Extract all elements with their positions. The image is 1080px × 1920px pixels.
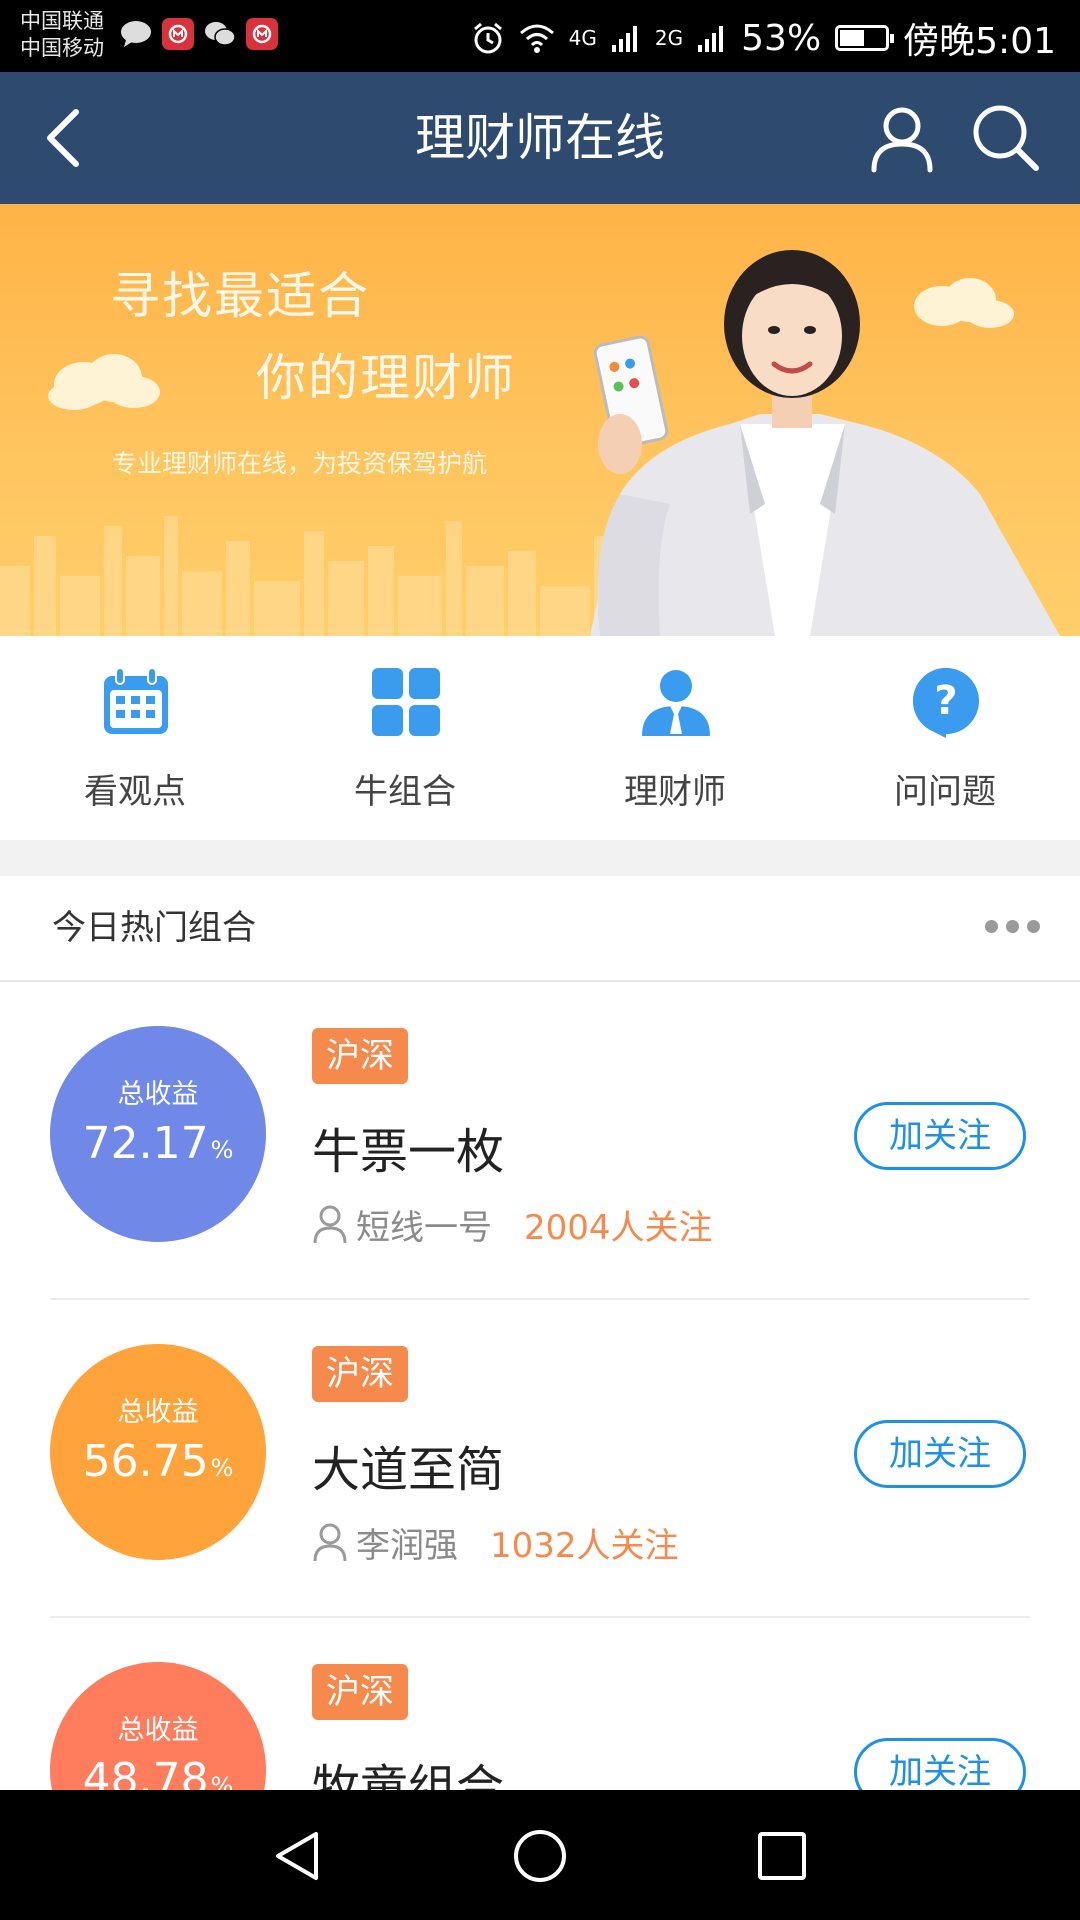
return-circle: 总收益 72.17% (50, 1026, 266, 1242)
status-right: 4G 2G 53% 傍晚5:01 (471, 12, 1056, 64)
banner-subtitle: 专业理财师在线，为投资保驾护航 (112, 449, 488, 478)
section-title: 今日热门组合 (52, 908, 256, 948)
follow-button[interactable]: 加关注 (854, 1738, 1026, 1790)
portfolio-name: 大道至简 (312, 1442, 505, 1498)
system-navigation-bar (0, 1790, 1080, 1920)
follower-count: 1032人关注 (490, 1525, 679, 1566)
hot-portfolios-header: 今日热门组合 (0, 876, 1080, 982)
advisor-icon (642, 670, 710, 736)
wechat-notification-icon (204, 18, 236, 50)
market-tag: 沪深 (312, 1346, 408, 1402)
portfolio-card[interactable]: 总收益 48.78% 沪深 牧童组合 加关注 (0, 1618, 1080, 1790)
question-icon: ? (913, 668, 979, 738)
quick-menu-item-questions[interactable]: ? 问问题 (810, 636, 1080, 840)
portfolio-meta: 李润强 1032人关注 (312, 1518, 679, 1566)
return-unit: % (210, 1136, 234, 1164)
carrier-info: 中国联通 中国移动 (20, 8, 104, 62)
alarm-icon (473, 22, 502, 54)
quick-menu: 看观点 牛组合 理财师 ? 问问题 (0, 636, 1080, 840)
author-name: 李润强 (356, 1525, 458, 1566)
return-circle: 总收益 48.78% (50, 1662, 266, 1790)
advisor-photo-illustration (590, 250, 1060, 636)
bank-app-icon (162, 18, 194, 50)
signal-icon-1 (611, 26, 637, 52)
market-tag: 沪深 (312, 1664, 408, 1720)
author-name: 短线一号 (356, 1207, 492, 1248)
portfolio-meta: 短线一号 2004人关注 (312, 1200, 713, 1248)
return-label: 总收益 (117, 1715, 199, 1746)
portfolio-list: 总收益 72.17% 沪深 牛票一枚 短线一号 2004人关注 加关注 总收益 … (0, 982, 1080, 1790)
more-icon[interactable] (985, 920, 1040, 933)
return-value: 72.17 (82, 1118, 209, 1169)
follow-button[interactable]: 加关注 (854, 1420, 1026, 1488)
return-value: 48.78 (82, 1754, 209, 1790)
return-label: 总收益 (117, 1397, 199, 1428)
back-triangle-icon[interactable] (270, 1828, 326, 1884)
portfolio-card[interactable]: 总收益 56.75% 沪深 大道至简 李润强 1032人关注 加关注 (0, 1300, 1080, 1618)
message-notification-icon (120, 18, 152, 50)
portfolio-name: 牧童组合 (312, 1760, 505, 1790)
return-value-wrap: 56.75% (50, 1436, 266, 1487)
network-type-1: 4G (568, 26, 597, 50)
quick-menu-label: 理财师 (624, 772, 726, 812)
return-unit: % (210, 1772, 234, 1790)
quick-menu-label: 问问题 (894, 772, 996, 812)
return-label: 总收益 (117, 1079, 199, 1110)
calendar-icon (104, 667, 168, 734)
back-arrow-icon[interactable] (36, 104, 100, 172)
promo-banner[interactable]: 寻找最适合 你的理财师 专业理财师在线，为投资保驾护航 (0, 204, 1080, 636)
return-circle: 总收益 56.75% (50, 1344, 266, 1560)
person-icon (313, 1523, 347, 1562)
user-profile-icon[interactable] (868, 102, 936, 174)
portfolio-card[interactable]: 总收益 72.17% 沪深 牛票一枚 短线一号 2004人关注 加关注 (0, 982, 1080, 1300)
quick-menu-item-portfolios[interactable]: 牛组合 (270, 636, 540, 840)
carrier-1: 中国联通 (20, 9, 104, 33)
quick-menu-label: 牛组合 (354, 772, 456, 812)
network-type-2: 2G (654, 26, 684, 50)
portfolio-name: 牛票一枚 (312, 1124, 505, 1180)
carrier-2: 中国移动 (20, 36, 104, 60)
banner-headline-2: 你的理财师 (256, 349, 516, 407)
market-tag: 沪深 (312, 1028, 408, 1084)
notification-icons (120, 18, 278, 50)
top-nav-bar: 理财师在线 (0, 72, 1080, 204)
clock: 傍晚5:01 (903, 21, 1056, 62)
status-bar: 中国联通 中国移动 4G 2G 53% 傍晚5:01 (0, 0, 1080, 72)
battery-percent: 53% (741, 17, 822, 59)
recent-apps-square-icon[interactable] (754, 1828, 810, 1884)
return-value-wrap: 48.78% (50, 1754, 266, 1790)
bank-app-icon-2 (246, 18, 278, 50)
return-value-wrap: 72.17% (50, 1118, 266, 1169)
person-icon (313, 1205, 347, 1244)
follow-button[interactable]: 加关注 (854, 1102, 1026, 1170)
banner-headline-1: 寻找最适合 (110, 267, 370, 325)
search-icon[interactable] (970, 102, 1042, 174)
quick-menu-item-advisors[interactable]: 理财师 (540, 636, 810, 840)
quick-menu-item-viewpoints[interactable]: 看观点 (0, 636, 270, 840)
signal-icon-2 (698, 26, 724, 52)
return-value: 56.75 (82, 1436, 209, 1487)
battery-icon (835, 25, 895, 51)
quick-menu-label: 看观点 (84, 772, 186, 812)
follower-count: 2004人关注 (524, 1207, 713, 1248)
svg-text:?: ? (934, 678, 957, 724)
cloud-decoration-left (48, 354, 160, 410)
grid-icon (372, 668, 440, 736)
return-unit: % (210, 1454, 234, 1482)
wifi-icon (519, 24, 554, 53)
home-circle-icon[interactable] (512, 1828, 568, 1884)
